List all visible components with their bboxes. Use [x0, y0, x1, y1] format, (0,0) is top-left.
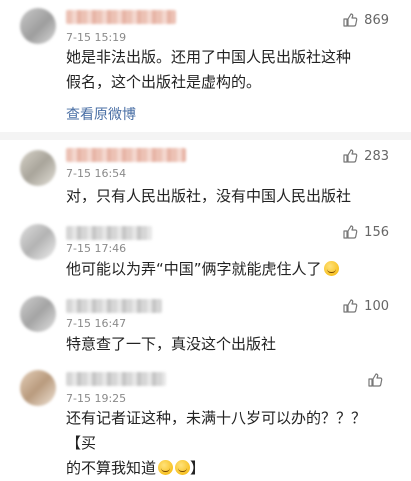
avatar[interactable]	[20, 150, 56, 186]
comment-text: 他可能以为弄“中国”俩字就能虎住人了	[66, 257, 391, 282]
smile-emoji-icon	[158, 460, 174, 475]
comment-text-content: 的不算我知道	[66, 459, 157, 477]
comment-text: 特意查了一下，真没这个出版社	[66, 335, 277, 353]
username[interactable]	[66, 148, 186, 162]
avatar[interactable]	[20, 370, 56, 406]
avatar[interactable]	[20, 296, 56, 332]
like-count: 869	[364, 12, 389, 28]
like-button[interactable]: 869	[342, 12, 389, 28]
thumbs-up-icon	[342, 298, 358, 314]
comment-item: 7-15 16:47 100 特意查了一下，真没这个出版社	[0, 292, 411, 356]
avatar[interactable]	[20, 8, 56, 44]
comment-text: 还有记者证这种，未满十八岁可以办的？？？【买 的不算我知道 】	[66, 406, 391, 481]
thumbs-up-icon	[342, 12, 358, 28]
smile-emoji-icon	[323, 261, 339, 276]
comment-time: 7-15 16:47	[66, 317, 127, 330]
comment-time: 7-15 16:54	[66, 167, 127, 180]
like-button[interactable]: 100	[342, 298, 389, 314]
thumbs-up-icon	[342, 148, 358, 164]
comment-item: 7-15 16:54 283 对，只有人民出版社，没有中国人民出版社	[0, 140, 411, 210]
comment-text: 她是非法出版。还用了中国人民出版社这种假名，这个出版社是虚构的。	[66, 48, 352, 91]
comment-item: 7-15 15:19 869 她是非法出版。还用了中国人民出版社这种假名，这个出…	[0, 0, 411, 128]
comment-list: 7-15 15:19 869 她是非法出版。还用了中国人民出版社这种假名，这个出…	[0, 0, 411, 477]
username[interactable]	[66, 372, 166, 386]
comment-item: 7-15 17:46 156 他可能以为弄“中国”俩字就能虎住人了	[0, 220, 411, 286]
thumbs-up-icon	[367, 372, 383, 388]
comment-time: 7-15 15:19	[66, 31, 127, 44]
comment-text-line: 还有记者证这种，未满十八岁可以办的？？？【买	[66, 409, 367, 452]
smile-emoji-icon	[175, 460, 191, 475]
bracket-close: 】	[190, 459, 206, 477]
thumbs-up-icon	[342, 224, 358, 240]
divider	[0, 132, 411, 140]
like-count: 100	[364, 298, 389, 314]
comment-item: 7-15 19:25 还有记者证这种，未满十八岁可以办的？？？【买 的不算我知道…	[0, 364, 411, 477]
like-button[interactable]: 283	[342, 148, 389, 164]
like-count: 283	[364, 148, 389, 164]
comment-text-line: 的不算我知道 】	[66, 456, 391, 481]
avatar[interactable]	[20, 224, 56, 260]
comment-text: 对，只有人民出版社，没有中国人民出版社	[66, 187, 352, 205]
comment-text-content: 他可能以为弄“中国”俩字就能虎住人了	[66, 260, 322, 278]
comment-time: 7-15 19:25	[66, 392, 127, 405]
username[interactable]	[66, 299, 162, 313]
username[interactable]	[66, 10, 176, 24]
like-button[interactable]: 156	[342, 224, 389, 240]
view-original-link[interactable]: 查看原微博	[66, 104, 136, 124]
like-count: 156	[364, 224, 389, 240]
comment-time: 7-15 17:46	[66, 242, 127, 255]
like-button[interactable]	[367, 372, 389, 388]
username[interactable]	[66, 226, 152, 240]
